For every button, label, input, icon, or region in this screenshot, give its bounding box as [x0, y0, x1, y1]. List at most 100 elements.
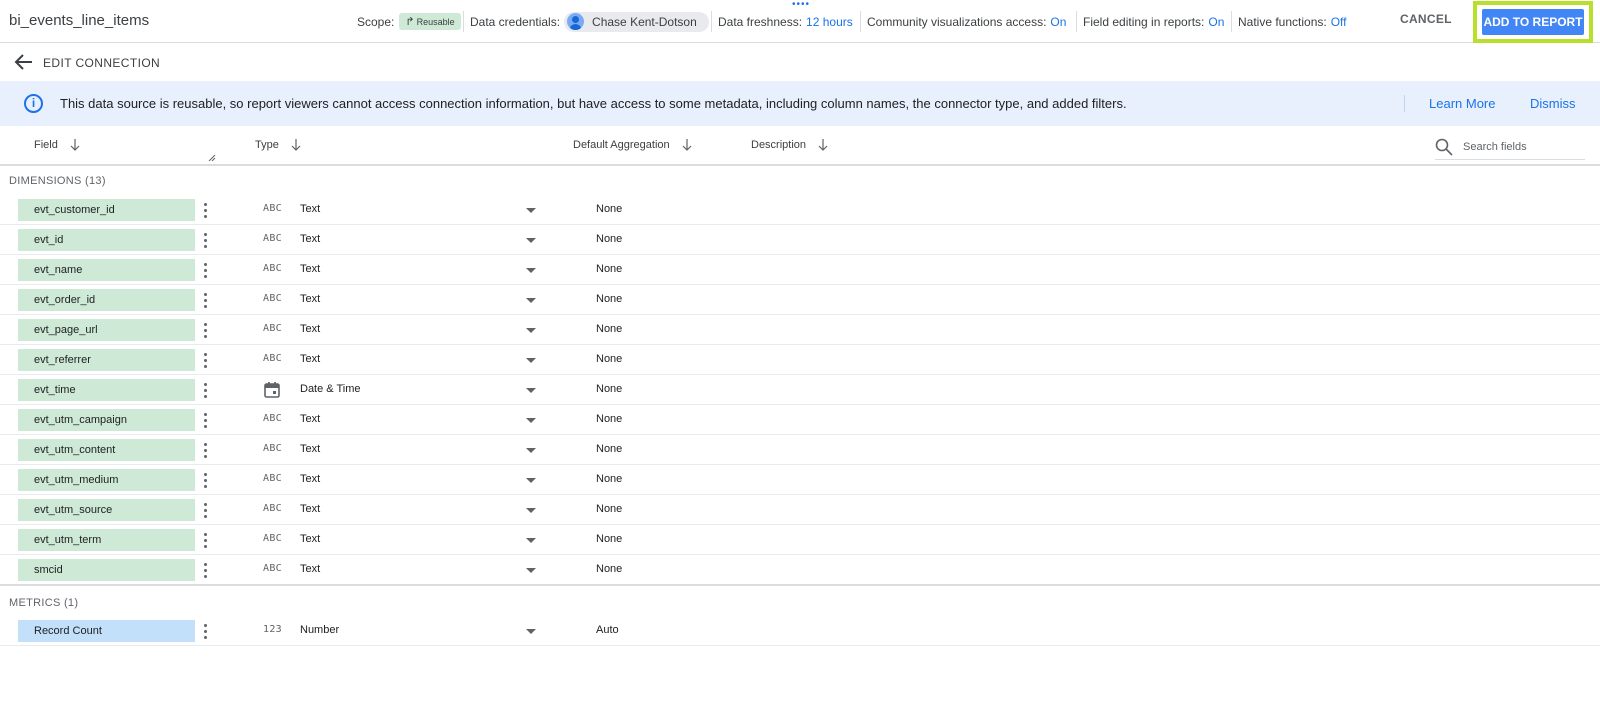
aggregation-value[interactable]: None	[596, 443, 622, 455]
aggregation-value[interactable]: None	[596, 533, 622, 545]
field-menu-icon[interactable]	[199, 320, 213, 340]
community-value-link[interactable]: On	[1050, 15, 1066, 29]
type-dropdown-icon[interactable]	[526, 448, 536, 453]
field-type-label[interactable]: Text	[300, 233, 320, 245]
column-header-aggregation[interactable]: Default Aggregation	[573, 139, 692, 151]
sort-arrow-down-icon	[818, 139, 828, 151]
field-row: evt_referrer ABC Text None	[0, 345, 1600, 375]
edit-connection-label[interactable]: EDIT CONNECTION	[43, 56, 160, 70]
reusable-chip-label: Reusable	[416, 16, 455, 27]
field-type-label[interactable]: Text	[300, 293, 320, 305]
field-menu-icon[interactable]	[199, 290, 213, 310]
type-dropdown-icon[interactable]	[526, 208, 536, 213]
dimension-field-chip[interactable]: evt_time	[18, 379, 195, 401]
reusable-chip[interactable]: ↱ Reusable	[399, 13, 461, 30]
data-source-title[interactable]: bi_events_line_items	[9, 12, 149, 29]
field-type-label[interactable]: Text	[300, 353, 320, 365]
type-dropdown-icon[interactable]	[526, 418, 536, 423]
type-dropdown-icon[interactable]	[526, 508, 536, 513]
aggregation-value[interactable]: None	[596, 233, 622, 245]
field-type-label[interactable]: Text	[300, 473, 320, 485]
native-functions-value-link[interactable]: Off	[1331, 15, 1347, 29]
search-fields-input[interactable]	[1463, 139, 1583, 155]
dimension-field-chip[interactable]: evt_name	[18, 259, 195, 281]
aggregation-value[interactable]: None	[596, 323, 622, 335]
dimension-field-chip[interactable]: evt_utm_campaign	[18, 409, 195, 431]
divider	[1231, 11, 1232, 32]
field-menu-icon[interactable]	[199, 350, 213, 370]
field-type-label[interactable]: Text	[300, 263, 320, 275]
column-header-description[interactable]: Description	[751, 139, 828, 151]
dimension-field-chip[interactable]: evt_order_id	[18, 289, 195, 311]
sort-arrow-down-icon	[682, 139, 692, 151]
cancel-button[interactable]: CANCEL	[1400, 12, 1452, 26]
field-menu-icon[interactable]	[199, 500, 213, 520]
dimension-field-chip[interactable]: smcid	[18, 559, 195, 581]
field-menu-icon[interactable]	[199, 260, 213, 280]
field-type-label[interactable]: Text	[300, 203, 320, 215]
add-to-report-button[interactable]: ADD TO REPORT	[1482, 9, 1584, 35]
field-row: evt_page_url ABC Text None	[0, 315, 1600, 345]
field-type-label[interactable]: Text	[300, 563, 320, 575]
aggregation-value[interactable]: None	[596, 203, 622, 215]
aggregation-value[interactable]: None	[596, 503, 622, 515]
dimension-field-chip[interactable]: evt_referrer	[18, 349, 195, 371]
field-menu-icon[interactable]	[199, 380, 213, 400]
dimension-field-chip[interactable]: evt_utm_content	[18, 439, 195, 461]
type-dropdown-icon[interactable]	[526, 268, 536, 273]
field-type-label[interactable]: Text	[300, 533, 320, 545]
column-header-field[interactable]: Field	[34, 139, 80, 151]
field-type-label[interactable]: Text	[300, 503, 320, 515]
field-menu-icon[interactable]	[199, 621, 213, 641]
learn-more-link[interactable]: Learn More	[1429, 96, 1495, 111]
column-resize-icon[interactable]	[207, 153, 216, 162]
field-row: evt_utm_campaign ABC Text None	[0, 405, 1600, 435]
type-dropdown-icon[interactable]	[526, 388, 536, 393]
dimension-field-chip[interactable]: evt_id	[18, 229, 195, 251]
column-header-field-label: Field	[34, 139, 58, 151]
back-arrow-icon[interactable]	[14, 53, 34, 71]
aggregation-value[interactable]: Auto	[596, 624, 619, 636]
type-dropdown-icon[interactable]	[526, 238, 536, 243]
dimension-field-chip[interactable]: evt_utm_source	[18, 499, 195, 521]
field-menu-icon[interactable]	[199, 200, 213, 220]
aggregation-value[interactable]: None	[596, 383, 622, 395]
field-type-label[interactable]: Text	[300, 443, 320, 455]
aggregation-value[interactable]: None	[596, 293, 622, 305]
aggregation-value[interactable]: None	[596, 473, 622, 485]
dimension-field-chip[interactable]: evt_utm_medium	[18, 469, 195, 491]
type-dropdown-icon[interactable]	[526, 298, 536, 303]
type-dropdown-icon[interactable]	[526, 328, 536, 333]
column-header-type[interactable]: Type	[255, 139, 301, 151]
field-menu-icon[interactable]	[199, 560, 213, 580]
field-type-label[interactable]: Date & Time	[300, 383, 361, 395]
field-type-label[interactable]: Number	[300, 624, 339, 636]
type-dropdown-icon[interactable]	[526, 478, 536, 483]
aggregation-value[interactable]: None	[596, 563, 622, 575]
field-menu-icon[interactable]	[199, 530, 213, 550]
type-dropdown-icon[interactable]	[526, 568, 536, 573]
dismiss-button[interactable]: Dismiss	[1530, 96, 1576, 111]
aggregation-value[interactable]: None	[596, 353, 622, 365]
dimension-field-chip[interactable]: evt_utm_term	[18, 529, 195, 551]
field-menu-icon[interactable]	[199, 410, 213, 430]
type-dropdown-icon[interactable]	[526, 538, 536, 543]
field-type-label[interactable]: Text	[300, 413, 320, 425]
field-editing-value-link[interactable]: On	[1208, 15, 1224, 29]
metric-field-chip[interactable]: Record Count	[18, 620, 195, 642]
top-bar: •••• bi_events_line_items Scope: ↱ Reusa…	[0, 0, 1600, 43]
field-type-label[interactable]: Text	[300, 323, 320, 335]
field-menu-icon[interactable]	[199, 230, 213, 250]
aggregation-value[interactable]: None	[596, 263, 622, 275]
type-dropdown-icon[interactable]	[526, 358, 536, 363]
field-menu-icon[interactable]	[199, 440, 213, 460]
sort-arrow-down-icon	[291, 139, 301, 151]
field-row: evt_utm_medium ABC Text None	[0, 465, 1600, 495]
freshness-value-link[interactable]: 12 hours	[806, 15, 853, 29]
credentials-chip[interactable]: Chase Kent-Dotson	[564, 11, 709, 32]
aggregation-value[interactable]: None	[596, 413, 622, 425]
dimension-field-chip[interactable]: evt_customer_id	[18, 199, 195, 221]
field-menu-icon[interactable]	[199, 470, 213, 490]
dimension-field-chip[interactable]: evt_page_url	[18, 319, 195, 341]
type-dropdown-icon[interactable]	[526, 629, 536, 634]
